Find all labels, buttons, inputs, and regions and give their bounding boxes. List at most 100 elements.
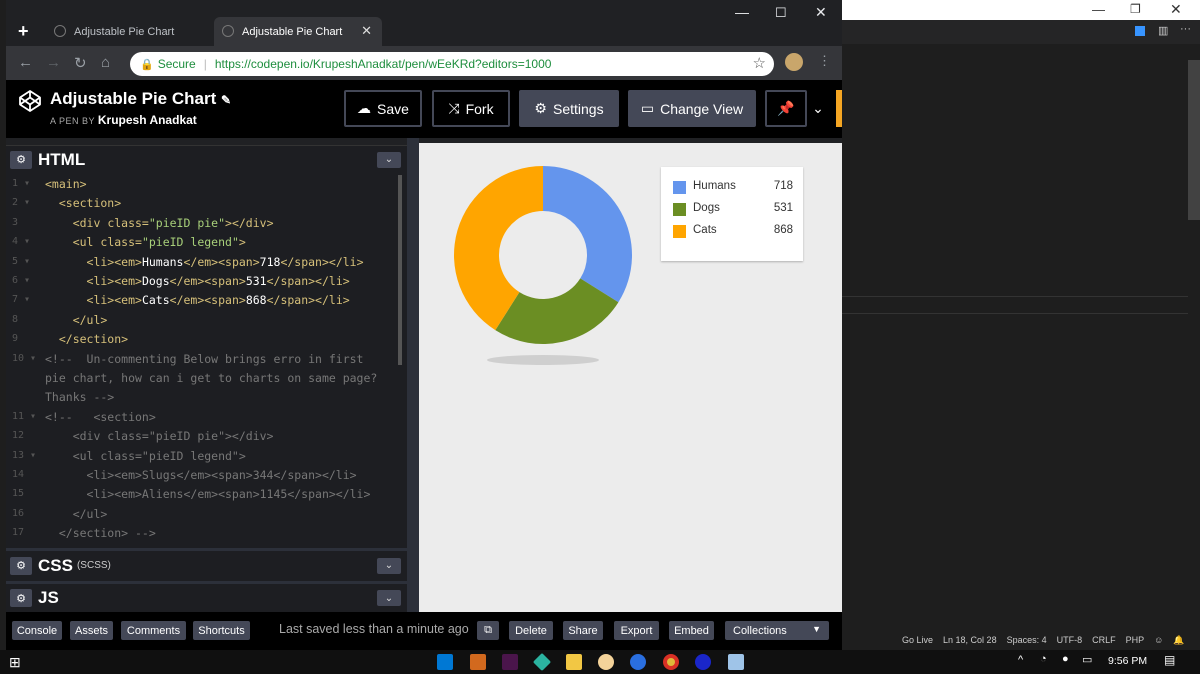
tray-chevron-icon[interactable]: ^ [1018,654,1023,666]
file-explorer-taskbar-icon[interactable] [566,654,582,670]
layout-icon[interactable]: ▥ [1158,24,1168,37]
code-line[interactable]: 1 ▾ <main> [6,175,401,194]
code-line[interactable]: 4 ▾ <ul class="pieID legend"> [6,233,401,252]
smiley-icon[interactable]: ☺ [1154,635,1163,645]
minimize-icon[interactable]: — [1092,2,1105,17]
user-menu-edge[interactable] [836,90,842,127]
minimize-icon[interactable]: — [735,4,749,20]
tab-adjustable-pie-chart-1[interactable]: Adjustable Pie Chart [46,17,214,46]
collections-dropdown[interactable]: Collections ▼ [725,621,829,640]
new-tab-icon[interactable]: + [18,21,29,42]
js-settings-gear-icon[interactable]: ⚙ [10,589,32,607]
code-line[interactable]: 14 <li><em>Slugs</em><span>344</span></l… [6,466,401,485]
assets-button[interactable]: Assets [70,621,113,640]
comments-button[interactable]: Comments [121,621,186,640]
code-line[interactable]: 9 </section> [6,330,401,349]
home-icon[interactable]: ⌂ [101,54,110,71]
editor-resize-handle[interactable] [407,138,419,612]
code-line[interactable]: 6 ▾ <li><em>Dogs</em><span>531</span></l… [6,272,401,291]
code-line[interactable]: 13 ▾ <ul class="pieID legend"> [6,447,401,466]
code-line[interactable]: Thanks --> [6,388,401,407]
code-line[interactable]: 10 ▾ <!-- Un-commenting Below brings erro… [6,350,401,369]
pen-title[interactable]: Adjustable Pie Chart ✎ [50,89,231,109]
menu-icon[interactable]: ⋮ [818,53,831,69]
language-mode[interactable]: PHP [1126,635,1145,645]
code-line[interactable]: 3 <div class="pieID pie"></div> [6,214,401,233]
settings-button[interactable]: ⚙ Settings [519,90,619,127]
cursor-position[interactable]: Ln 18, Col 28 [943,635,997,645]
chrome-taskbar-icon[interactable] [663,654,679,670]
taskbar-clock[interactable]: 9:56 PM [1108,655,1147,667]
notepad-taskbar-icon[interactable] [728,654,744,670]
maximize-icon[interactable]: ☐ [775,5,787,21]
code-line[interactable]: 2 ▾ <section> [6,194,401,213]
close-icon[interactable]: ✕ [1170,1,1182,18]
go-live-button[interactable]: Go Live [902,635,933,645]
legend-value: 531 [773,202,793,214]
notifications-icon[interactable]: ▤ [1164,653,1175,667]
encoding[interactable]: UTF-8 [1057,635,1083,645]
omnibox[interactable]: 🔒 Secure | https://codepen.io/KrupeshAna… [130,52,774,76]
forward-icon[interactable]: → [46,54,61,71]
delete-button[interactable]: Delete [509,621,553,640]
js-editor-header[interactable]: ⚙ JS ⌄ [6,581,407,612]
app2-taskbar-icon[interactable] [695,654,711,670]
fork-button[interactable]: ⤨ Fork [432,90,510,127]
vscode-scrollbar[interactable] [1188,60,1200,220]
save-button[interactable]: ☁ Save [344,90,422,127]
html-editor-chevron-icon[interactable]: ⌄ [377,151,401,168]
firefox-taskbar-icon[interactable] [630,654,646,670]
bookmark-star-icon[interactable]: ☆ [753,54,766,72]
external-link-icon[interactable]: ⧉ [477,621,499,640]
code-line[interactable]: 17 </section> --> [6,524,401,543]
bell-icon[interactable]: 🔔 [1173,635,1184,646]
code-line[interactable]: pie chart, how can i get to charts on sa… [6,369,401,388]
pencil-icon[interactable]: ✎ [221,93,231,107]
split-editor-icon[interactable] [1135,26,1145,36]
tray-app-icon[interactable]: ● [1062,653,1069,665]
battery-icon[interactable]: ▭ [1082,653,1092,666]
line-ending[interactable]: CRLF [1092,635,1116,645]
tab-adjustable-pie-chart-2[interactable]: Adjustable Pie Chart ✕ [214,17,382,46]
code-line[interactable]: 5 ▾ <li><em>Humans</em><span>718</span><… [6,253,401,272]
xampp-taskbar-icon[interactable] [470,654,486,670]
embed-button[interactable]: Embed [669,621,714,640]
export-button[interactable]: Export [614,621,659,640]
code-line[interactable]: 8 </ul> [6,311,401,330]
share-button[interactable]: Share [563,621,603,640]
code-line[interactable]: 11 ▾ <!-- <section> [6,408,401,427]
sourcetree-taskbar-icon[interactable] [532,652,552,672]
html-settings-gear-icon[interactable]: ⚙ [10,150,32,169]
vscode-taskbar-icon[interactable] [437,654,453,670]
code-line[interactable]: 16 </ul> [6,505,401,524]
code-scrollbar[interactable] [398,175,402,365]
pin-button[interactable]: 📌 [765,90,807,127]
slack-taskbar-icon[interactable] [502,654,518,670]
code-line[interactable]: 7 ▾ <li><em>Cats</em><span>868</span></l… [6,291,401,310]
css-editor-chevron-icon[interactable]: ⌄ [377,557,401,574]
url-text[interactable]: https://codepen.io/KrupeshAnadkat/pen/wE… [215,57,552,71]
codepen-logo-icon[interactable] [18,89,42,113]
shortcuts-button[interactable]: Shortcuts [193,621,250,640]
author-link[interactable]: Krupesh Anadkat [98,113,197,127]
indentation[interactable]: Spaces: 4 [1007,635,1047,645]
wifi-icon[interactable]: ◔ [1040,653,1047,665]
reload-icon[interactable]: ↻ [74,54,87,72]
console-button[interactable]: Console [12,621,62,640]
more-icon[interactable]: ··· [1180,23,1191,35]
css-editor-header[interactable]: ⚙ CSS (SCSS) ⌄ [6,548,407,580]
pin-dropdown-button[interactable]: ⌄ [807,90,829,127]
close-window-icon[interactable]: ✕ [815,4,827,21]
css-settings-gear-icon[interactable]: ⚙ [10,556,32,575]
change-view-button[interactable]: ▭ Change View [628,90,756,127]
code-line[interactable]: 15 <li><em>Aliens</em><span>1145</span><… [6,485,401,504]
back-icon[interactable]: ← [18,54,33,71]
restore-icon[interactable]: ❐ [1130,2,1141,16]
profile-avatar[interactable] [785,53,803,71]
close-tab-icon[interactable]: ✕ [361,23,372,39]
js-editor-chevron-icon[interactable]: ⌄ [377,590,401,606]
code-line[interactable]: 12 <div class="pieID pie"></div> [6,427,401,446]
html-code-area[interactable]: 1 ▾ <main> 2 ▾ <section> 3 <div class="pieI… [6,175,401,545]
app-taskbar-icon[interactable] [598,654,614,670]
windows-start-icon[interactable]: ⊞ [9,654,21,671]
